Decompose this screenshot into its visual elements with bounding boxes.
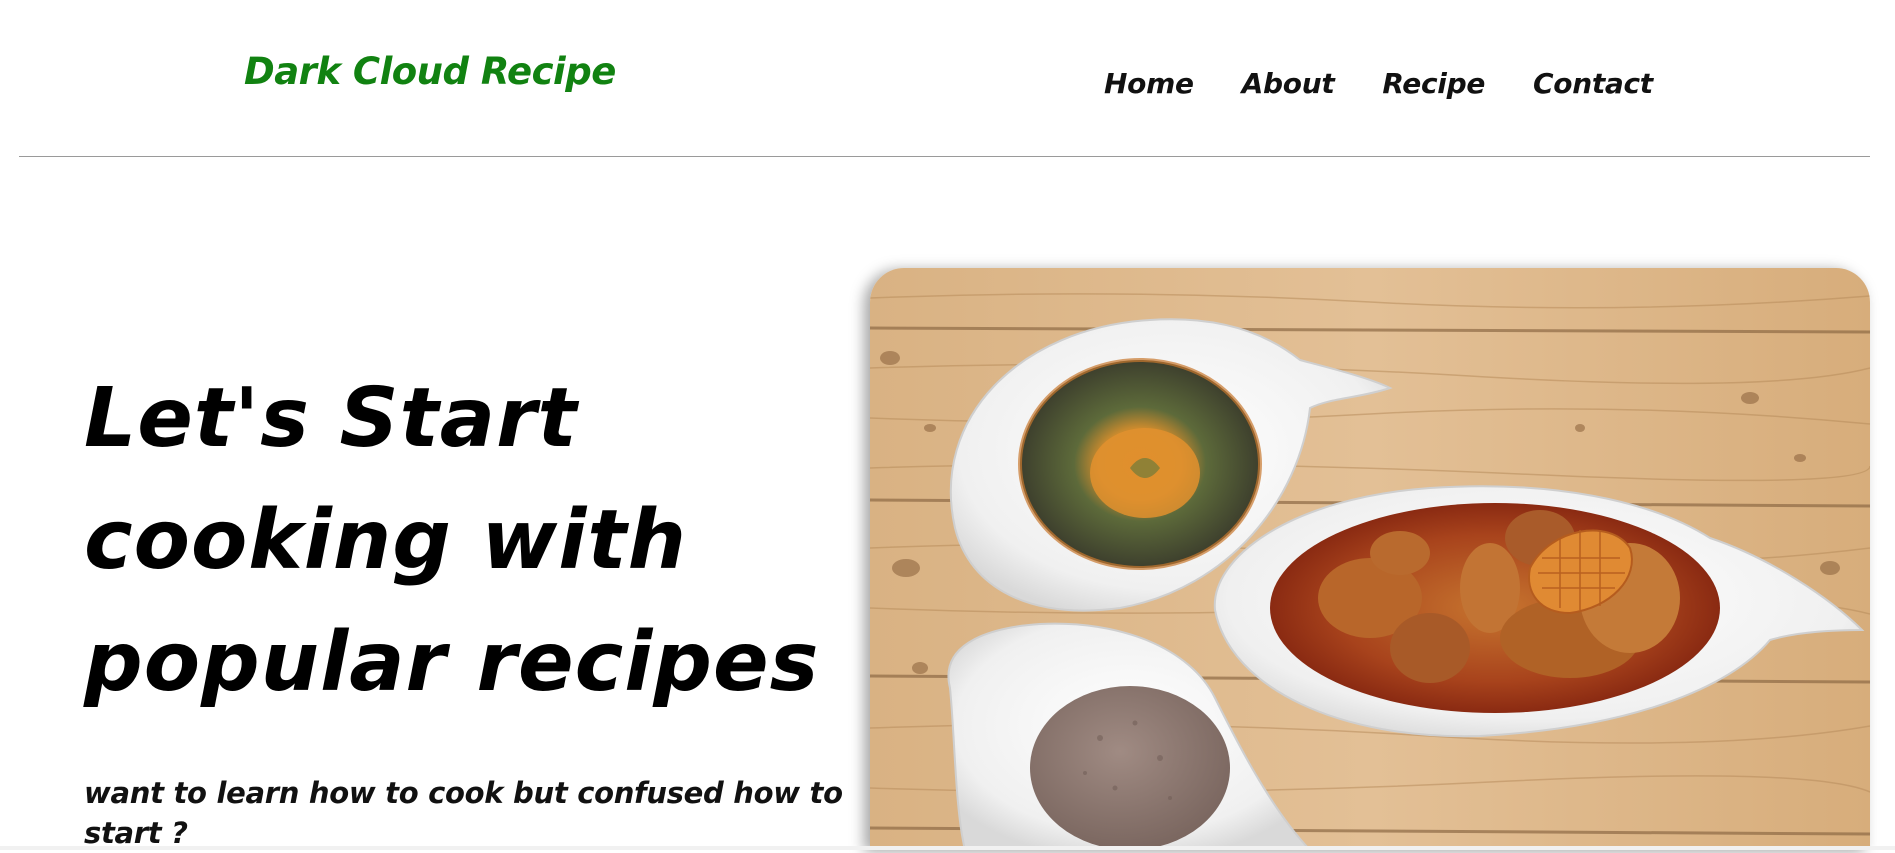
hero-title-line-3: popular recipes bbox=[84, 615, 820, 710]
food-photo-illustration bbox=[870, 268, 1870, 850]
hero-title-line-2: cooking with bbox=[84, 493, 687, 588]
page-bottom-edge bbox=[0, 846, 1895, 850]
site-logo[interactable]: Dark Cloud Recipe bbox=[244, 50, 616, 93]
hero-subtitle: want to learn how to cook but confused h… bbox=[84, 776, 843, 850]
header-divider bbox=[19, 156, 1870, 157]
nav-about-link[interactable]: About bbox=[1242, 67, 1335, 100]
hero-food-image bbox=[870, 268, 1870, 850]
nav-contact-link[interactable]: Contact bbox=[1533, 67, 1653, 100]
hero-title: Let's Start cooking with popular recipes bbox=[84, 358, 864, 724]
hero-title-line-1: Let's Start bbox=[84, 371, 578, 466]
main-nav: Home About Recipe Contact bbox=[1104, 67, 1653, 100]
nav-recipe-link[interactable]: Recipe bbox=[1382, 67, 1485, 100]
nav-home-link[interactable]: Home bbox=[1104, 67, 1194, 100]
